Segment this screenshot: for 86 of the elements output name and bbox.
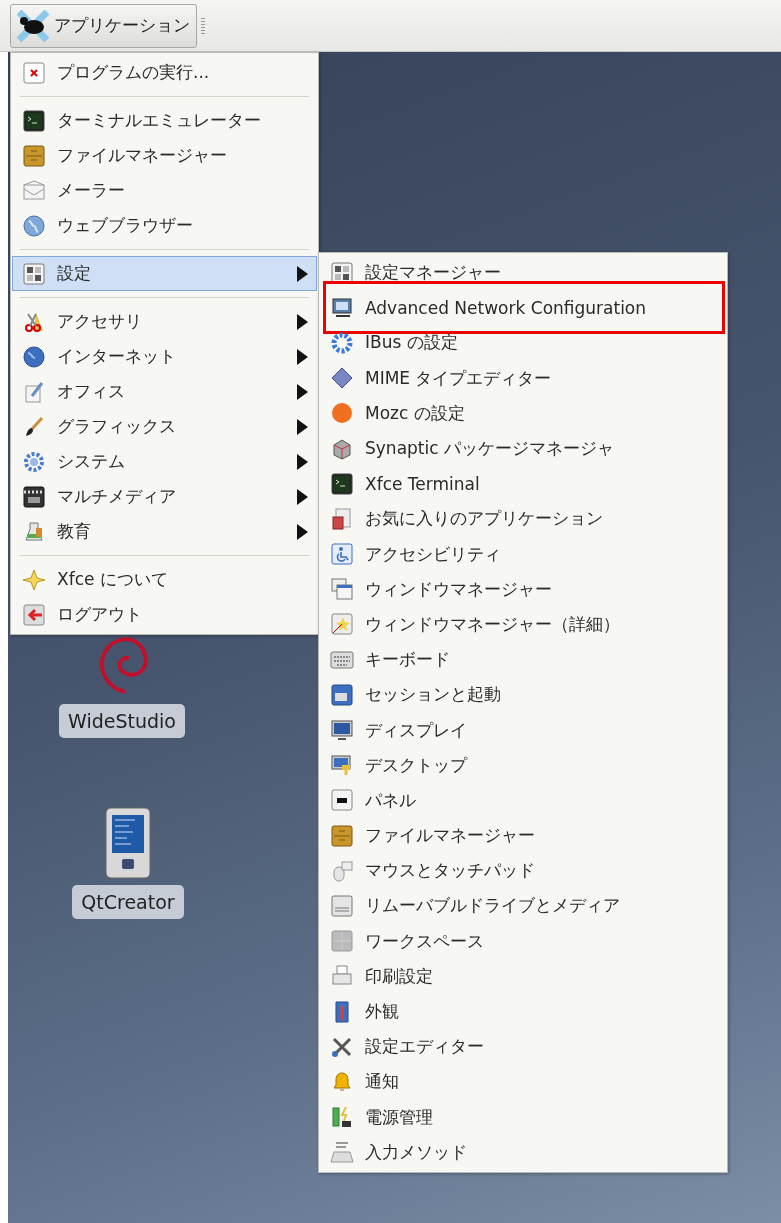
menu-item[interactable]: お気に入りのアプリケーション — [320, 501, 726, 537]
menu-item[interactable]: Synaptic パッケージマネージャ — [320, 430, 726, 467]
panel-handle-icon[interactable] — [201, 17, 205, 34]
document-icon — [330, 506, 354, 531]
submenu-arrow-icon — [297, 265, 308, 282]
submenu-arrow-icon — [297, 453, 308, 470]
desktop-icon-label[interactable]: WideStudio — [59, 704, 185, 738]
menu-item[interactable]: リムーバブルドライブとメディア — [320, 888, 726, 924]
desktop-icon-label[interactable]: QtCreator — [72, 885, 184, 919]
menu-item[interactable]: 設定エディター — [320, 1029, 726, 1065]
drive-icon — [330, 893, 354, 918]
menu-item[interactable]: パネル — [320, 782, 726, 818]
monitor-icon — [330, 718, 354, 743]
workspace-icon — [330, 929, 354, 954]
submenu-arrow-icon — [297, 418, 308, 435]
document-pen-icon — [22, 379, 46, 404]
menu-item[interactable]: プログラムの実行... — [12, 55, 317, 90]
clapperboard-icon — [22, 484, 46, 509]
terminal-icon — [22, 108, 46, 133]
panel-icon — [330, 788, 354, 813]
menu-item[interactable]: マウスとタッチパッド — [320, 853, 726, 889]
menu-item[interactable]: セッションと起動 — [320, 677, 726, 713]
windows-icon — [330, 577, 354, 602]
menu-item[interactable]: 外観 — [320, 993, 726, 1030]
submenu-arrow-icon — [297, 523, 308, 540]
mouse-logo-icon — [15, 9, 51, 42]
star-icon — [22, 567, 46, 592]
menu-item[interactable]: オフィス — [12, 374, 317, 409]
menu-item[interactable]: IBus の設定 — [320, 325, 726, 361]
menu-item[interactable]: ウィンドウマネージャー — [320, 571, 726, 607]
menu-item[interactable]: ウィンドウマネージャー（詳細） — [320, 606, 726, 643]
menu-item[interactable]: MIME タイプエディター — [320, 360, 726, 396]
menu-item[interactable]: ウェブブラウザー — [12, 208, 317, 243]
mouse-icon — [330, 858, 354, 883]
menu-item[interactable]: インターネット — [12, 339, 317, 374]
envelope-icon — [22, 178, 46, 203]
gear-icon — [330, 330, 354, 355]
menu-item[interactable]: 印刷設定 — [320, 958, 726, 994]
menu-item[interactable]: ディスプレイ — [320, 712, 726, 748]
terminal-icon — [330, 471, 354, 496]
submenu-arrow-icon — [297, 313, 308, 330]
wheelchair-icon — [330, 542, 354, 567]
menu-item[interactable]: ファイルマネージャー — [12, 138, 317, 173]
gear-icon — [22, 449, 46, 474]
menu-item[interactable]: 電源管理 — [320, 1099, 726, 1135]
submenu-arrow-icon — [297, 383, 308, 400]
menu-item[interactable]: キーボード — [320, 642, 726, 678]
bell-icon — [330, 1069, 354, 1094]
menu-item[interactable]: グラフィックス — [12, 409, 317, 444]
menu-item[interactable]: マルチメディア — [12, 479, 317, 514]
menu-item[interactable]: 設定 — [12, 256, 317, 291]
menu-item[interactable]: 通知 — [320, 1064, 726, 1100]
menu-item[interactable]: 入力メソッド — [320, 1134, 726, 1170]
menu-item[interactable]: アクセサリ — [12, 304, 317, 339]
battery-icon — [330, 1105, 354, 1130]
monitor-brush-icon — [330, 753, 354, 778]
logout-icon — [22, 602, 46, 627]
menu-item[interactable]: ログアウト — [12, 597, 317, 632]
settings-grid-icon — [22, 261, 46, 286]
menu-item[interactable]: ターミナルエミュレーター — [12, 103, 317, 138]
flask-icon — [22, 519, 46, 544]
applications-menu-button[interactable]: アプリケーション — [10, 3, 197, 48]
submenu-arrow-icon — [297, 348, 308, 365]
diamond-icon — [330, 366, 354, 391]
cabinet-icon — [330, 823, 354, 848]
handheld-device-icon — [104, 807, 152, 879]
submenu-arrow-icon — [297, 488, 308, 505]
menu-item[interactable]: アクセシビリティ — [320, 536, 726, 572]
menu-item[interactable]: Advanced Network Configuration — [320, 290, 726, 326]
cabinet-icon — [22, 143, 46, 168]
window-icon — [22, 60, 46, 85]
menu-item[interactable]: Xfce について — [12, 562, 317, 597]
menu-item[interactable]: ワークスペース — [320, 923, 726, 959]
menu-item[interactable]: 設定マネージャー — [320, 255, 726, 291]
menu-item[interactable]: Xfce Terminal — [320, 466, 726, 502]
globe-icon — [22, 344, 46, 369]
menu-item[interactable]: デスクトップ — [320, 747, 726, 783]
menu-item[interactable]: 教育 — [12, 514, 317, 549]
circle-icon — [330, 401, 354, 426]
menu-item[interactable]: Mozc の設定 — [320, 395, 726, 431]
menu-item[interactable]: メーラー — [12, 173, 317, 208]
menu-item[interactable]: システム — [12, 444, 317, 479]
monitor-icon — [330, 295, 354, 320]
window-icon — [330, 682, 354, 707]
globe-icon — [22, 213, 46, 238]
menu-item[interactable]: ファイルマネージャー — [320, 818, 726, 854]
